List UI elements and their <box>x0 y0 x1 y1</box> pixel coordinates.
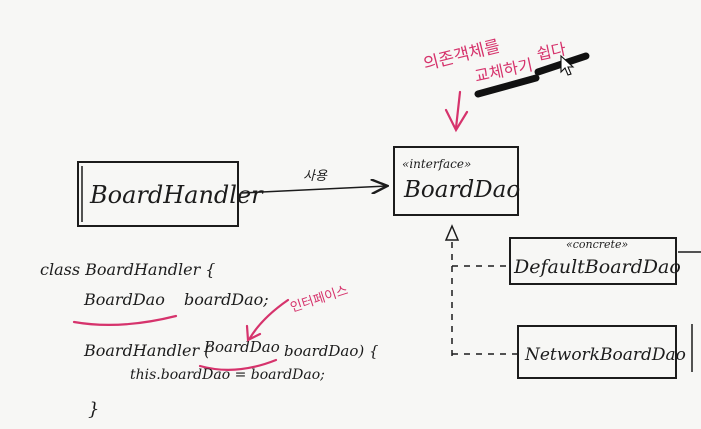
code-line-3-start: BoardHandler ( <box>83 341 211 360</box>
code-line-1: class BoardHandler { <box>40 260 215 279</box>
whiteboard-diagram: 의존객체를 교체하기 쉽다 BoardHandler 사용 «interface… <box>0 0 701 429</box>
code-line-3-type: BoardDao <box>203 338 280 356</box>
class-default-board-dao: «concrete» DefaultBoardDao <box>509 237 681 285</box>
realization-triangle <box>444 224 460 241</box>
code-line-2-rest: boardDao; <box>184 290 269 309</box>
code-block: class BoardHandler { BoardDao boardDao; … <box>40 260 379 420</box>
uses-label: 사용 <box>303 169 328 184</box>
code-line-3-rest: boardDao) { <box>284 342 379 360</box>
class-board-handler: BoardHandler <box>77 161 264 227</box>
code-line-4: this.boardDao = boardDao; <box>130 367 325 383</box>
code-line-2-type: BoardDao <box>83 290 165 309</box>
class-name-board-handler: BoardHandler <box>89 181 264 209</box>
interface-note-text: 인터페이스 <box>289 283 351 316</box>
class-board-dao: «interface» BoardDao <box>393 146 520 216</box>
uml-sketch: 의존객체를 교체하기 쉽다 BoardHandler 사용 «interface… <box>40 37 701 420</box>
uses-arrow <box>241 186 386 193</box>
annotation-easy-to-replace: 의존객체를 교체하기 쉽다 <box>421 37 590 133</box>
class-name-default-board-dao: DefaultBoardDao <box>513 256 681 278</box>
pink-underline <box>72 314 178 327</box>
class-network-board-dao: NetworkBoardDao <box>517 325 686 379</box>
stereotype-concrete: «concrete» <box>566 238 628 251</box>
code-line-5: } <box>88 399 99 420</box>
stereotype-interface: «interface» <box>402 157 471 171</box>
class-name-board-dao: BoardDao <box>403 177 520 203</box>
class-name-network-board-dao: NetworkBoardDao <box>524 345 686 365</box>
